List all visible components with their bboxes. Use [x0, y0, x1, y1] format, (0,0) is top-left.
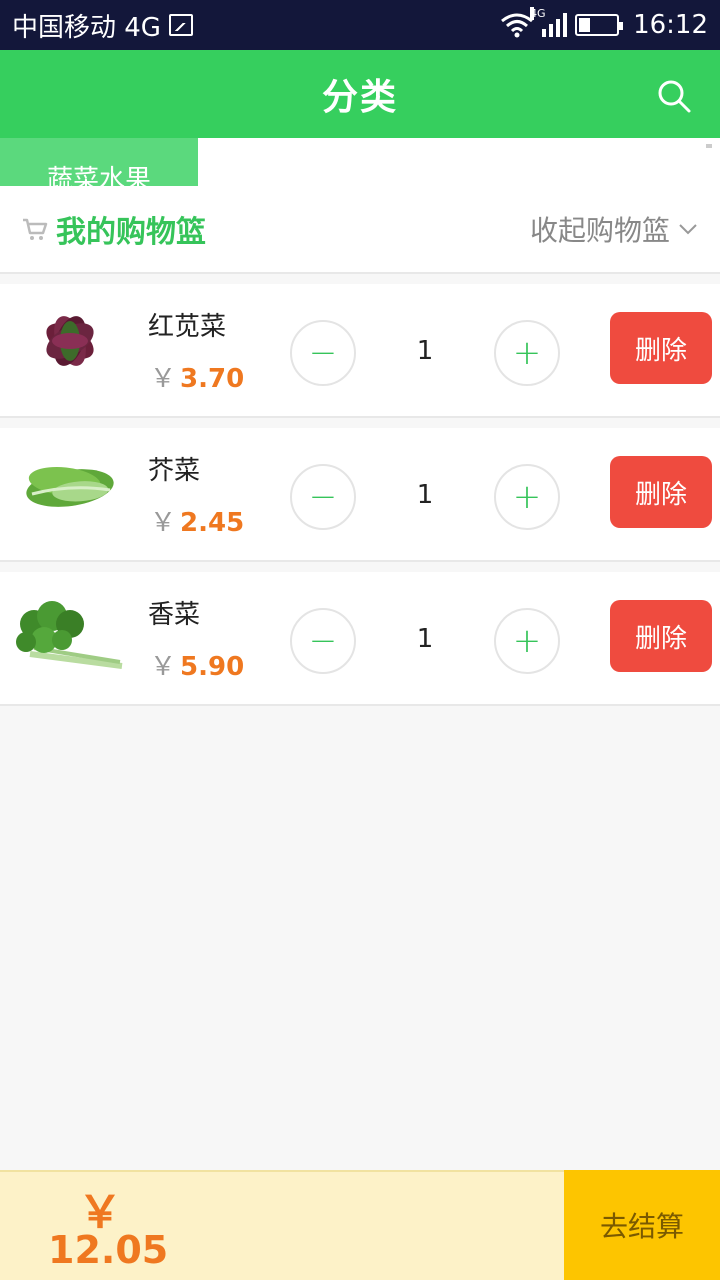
decrease-quantity-button[interactable]: −: [290, 608, 356, 674]
decrease-quantity-button[interactable]: −: [290, 320, 356, 386]
item-name: 芥菜: [148, 456, 201, 486]
quantity-value: 1: [416, 336, 434, 366]
price-value: 2.45: [180, 508, 245, 538]
app-bar: 分类: [0, 50, 720, 138]
cart-item: 芥菜 ￥ 2.45 − 1 + 删除: [0, 428, 720, 562]
delete-button[interactable]: 删除: [610, 312, 712, 384]
product-image-mustard-greens: [26, 466, 114, 507]
delete-button[interactable]: 删除: [610, 600, 712, 672]
network-tag: 4G: [530, 7, 546, 20]
category-tab-vegetables[interactable]: 蔬菜水果: [0, 138, 198, 186]
status-left: 中国移动 4G: [12, 7, 193, 44]
decrease-quantity-button[interactable]: −: [290, 464, 356, 530]
price-currency: ￥: [150, 508, 177, 538]
status-bar: 中国移动 4G 4G 16:12: [0, 0, 720, 50]
quantity-value: 1: [416, 480, 434, 510]
checkout-bar: ￥ 12.05 去结算: [0, 1170, 720, 1280]
image-notification-icon: [168, 14, 193, 36]
basket-header: 我的购物篮 收起购物篮: [0, 186, 720, 274]
product-image-red-amaranth: [46, 316, 94, 366]
cart-icon: [23, 218, 48, 240]
price-value: 5.90: [180, 652, 245, 682]
cart-item: 香菜 ￥ 5.90 − 1 + 删除: [0, 572, 720, 706]
increase-quantity-button[interactable]: +: [494, 608, 560, 674]
carrier-label: 中国移动 4G: [12, 12, 161, 43]
item-name: 香菜: [148, 600, 201, 630]
chevron-down-icon: [679, 224, 697, 235]
search-icon[interactable]: [656, 78, 692, 114]
basket-title: 我的购物篮: [56, 215, 206, 250]
scroll-indicator: [706, 144, 712, 148]
checkout-button[interactable]: 去结算: [564, 1170, 720, 1280]
item-price: ￥ 3.70: [150, 358, 244, 395]
battery-fill: [579, 18, 591, 32]
collapse-basket-label: 收起购物篮: [529, 214, 670, 247]
signal-icon: 4G: [530, 7, 568, 37]
increase-quantity-button[interactable]: +: [494, 320, 560, 386]
product-image-cilantro: [16, 601, 123, 669]
basket-title-group: 我的购物篮: [22, 207, 206, 251]
item-name: 红苋菜: [148, 312, 227, 342]
clock: 16:12: [633, 10, 708, 40]
delete-button[interactable]: 删除: [610, 456, 712, 528]
page-title: 分类: [321, 77, 398, 118]
quantity-value: 1: [416, 624, 434, 654]
status-right: 4G 16:12: [500, 7, 708, 40]
collapse-basket-button[interactable]: 收起购物篮: [530, 209, 698, 249]
total-price-area: ￥ 12.05: [0, 1170, 564, 1280]
price-value: 3.70: [180, 364, 245, 394]
wifi-icon: [501, 13, 533, 38]
item-price: ￥ 2.45: [150, 502, 244, 539]
increase-quantity-button[interactable]: +: [494, 464, 560, 530]
price-currency: ￥: [150, 652, 177, 682]
item-price: ￥ 5.90: [150, 646, 244, 683]
price-currency: ￥: [150, 364, 177, 394]
cart-item: 红苋菜 ￥ 3.70 − 1 + 删除: [0, 284, 720, 418]
category-strip: 蔬菜水果: [0, 138, 720, 186]
battery-icon: [575, 14, 624, 36]
total-amount: 12.05: [48, 1228, 169, 1272]
